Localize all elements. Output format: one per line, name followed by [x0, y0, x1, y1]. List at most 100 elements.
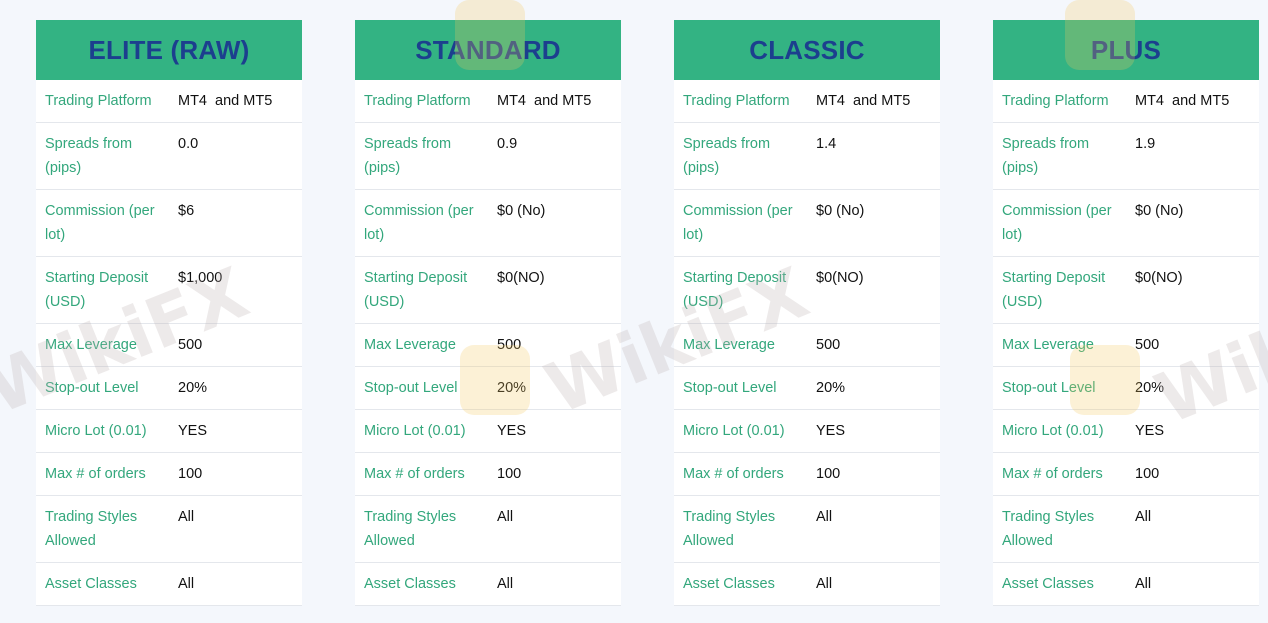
row-value: 20% — [497, 380, 527, 396]
row-label: Max # of orders — [364, 466, 465, 482]
row-label: Max Leverage — [1002, 337, 1094, 353]
row-asset-classes: Asset Classes All — [355, 563, 621, 606]
row-stop-out: Stop-out Level 20% — [355, 367, 621, 410]
row-value: YES — [816, 423, 846, 439]
row-value: All — [178, 509, 195, 525]
row-value: MT4 and MT5 — [178, 93, 273, 109]
row-value: $0 (No) — [816, 203, 865, 219]
row-micro-lot: Micro Lot (0.01) YES — [36, 410, 302, 453]
row-value: MT4 and MT5 — [497, 93, 592, 109]
row-label: Spreads from (pips) — [683, 136, 771, 176]
row-value: 500 — [178, 337, 203, 353]
row-value: 1.4 — [816, 136, 837, 152]
row-value: 0.9 — [497, 136, 518, 152]
row-label: Trading Platform — [45, 93, 152, 109]
row-label: Asset Classes — [45, 576, 137, 592]
row-value: YES — [178, 423, 208, 439]
row-asset-classes: Asset Classes All — [993, 563, 1259, 606]
row-stop-out: Stop-out Level 20% — [993, 367, 1259, 410]
row-spreads: Spreads from (pips) 0.9 — [355, 123, 621, 190]
row-max-orders: Max # of orders 100 — [674, 453, 940, 496]
row-label: Trading Styles Allowed — [45, 509, 138, 549]
row-label: Max Leverage — [45, 337, 137, 353]
row-label: Spreads from (pips) — [364, 136, 452, 176]
row-max-orders: Max # of orders 100 — [993, 453, 1259, 496]
row-label: Trading Platform — [364, 93, 471, 109]
row-label: Trading Styles Allowed — [1002, 509, 1095, 549]
row-value: $0 (No) — [1135, 203, 1184, 219]
row-value: 500 — [497, 337, 522, 353]
row-trading-platform: Trading Platform MT4 and MT5 — [355, 80, 621, 123]
row-value: 20% — [1135, 380, 1165, 396]
row-value: $0 (No) — [497, 203, 546, 219]
row-value: All — [816, 509, 833, 525]
card-title: ELITE (RAW) — [36, 20, 302, 80]
account-types-comparison: ELITE (RAW) Trading Platform MT4 and MT5 … — [0, 0, 1268, 623]
row-value: 0.0 — [178, 136, 199, 152]
row-commission: Commission (per lot) $0 (No) — [993, 190, 1259, 257]
row-trading-platform: Trading Platform MT4 and MT5 — [36, 80, 302, 123]
row-label: Stop-out Level — [1002, 380, 1096, 396]
row-max-leverage: Max Leverage 500 — [355, 324, 621, 367]
account-card-classic: CLASSIC Trading Platform MT4 and MT5 Spre… — [674, 20, 940, 606]
row-micro-lot: Micro Lot (0.01) YES — [993, 410, 1259, 453]
row-max-leverage: Max Leverage 500 — [993, 324, 1259, 367]
row-max-leverage: Max Leverage 500 — [36, 324, 302, 367]
row-value: 20% — [178, 380, 208, 396]
row-value: All — [816, 576, 833, 592]
row-micro-lot: Micro Lot (0.01) YES — [355, 410, 621, 453]
row-value: $0(NO) — [497, 270, 545, 286]
row-trading-platform: Trading Platform MT4 and MT5 — [674, 80, 940, 123]
account-card-plus: PLUS Trading Platform MT4 and MT5 Spreads… — [993, 20, 1259, 606]
row-value: 100 — [1135, 466, 1160, 482]
row-spreads: Spreads from (pips) 0.0 — [36, 123, 302, 190]
row-starting-deposit: Starting Deposit (USD) $0(NO) — [355, 257, 621, 324]
row-label: Trading Platform — [1002, 93, 1109, 109]
row-label: Stop-out Level — [364, 380, 458, 396]
row-label: Asset Classes — [1002, 576, 1094, 592]
row-value: 100 — [178, 466, 203, 482]
row-label: Starting Deposit (USD) — [683, 270, 787, 310]
card-title: STANDARD — [355, 20, 621, 80]
row-value: $0(NO) — [1135, 270, 1183, 286]
row-label: Max # of orders — [683, 466, 784, 482]
row-label: Asset Classes — [683, 576, 775, 592]
row-starting-deposit: Starting Deposit (USD) $0(NO) — [674, 257, 940, 324]
account-card-elite-raw: ELITE (RAW) Trading Platform MT4 and MT5 … — [36, 20, 302, 606]
row-label: Starting Deposit (USD) — [45, 270, 149, 310]
card-title: PLUS — [993, 20, 1259, 80]
row-trading-styles: Trading Styles Allowed All — [36, 496, 302, 563]
row-trading-styles: Trading Styles Allowed All — [993, 496, 1259, 563]
row-value: All — [1135, 509, 1152, 525]
row-label: Spreads from (pips) — [1002, 136, 1090, 176]
row-label: Max Leverage — [683, 337, 775, 353]
row-trading-styles: Trading Styles Allowed All — [355, 496, 621, 563]
row-starting-deposit: Starting Deposit (USD) $1,000 — [36, 257, 302, 324]
row-value: MT4 and MT5 — [816, 93, 911, 109]
row-label: Stop-out Level — [45, 380, 139, 396]
row-max-orders: Max # of orders 100 — [355, 453, 621, 496]
row-value: 1.9 — [1135, 136, 1156, 152]
row-value: All — [497, 576, 514, 592]
row-spreads: Spreads from (pips) 1.4 — [674, 123, 940, 190]
row-value: All — [1135, 576, 1152, 592]
row-label: Trading Styles Allowed — [683, 509, 776, 549]
row-value: YES — [1135, 423, 1165, 439]
row-label: Max # of orders — [1002, 466, 1103, 482]
row-commission: Commission (per lot) $0 (No) — [674, 190, 940, 257]
row-label: Max # of orders — [45, 466, 146, 482]
row-label: Starting Deposit (USD) — [1002, 270, 1106, 310]
row-value: All — [497, 509, 514, 525]
row-value: MT4 and MT5 — [1135, 93, 1230, 109]
row-micro-lot: Micro Lot (0.01) YES — [674, 410, 940, 453]
row-max-orders: Max # of orders 100 — [36, 453, 302, 496]
row-trading-styles: Trading Styles Allowed All — [674, 496, 940, 563]
row-label: Stop-out Level — [683, 380, 777, 396]
row-value: 500 — [816, 337, 841, 353]
row-value: $6 — [178, 203, 195, 219]
row-value: YES — [497, 423, 527, 439]
card-title: CLASSIC — [674, 20, 940, 80]
row-value: 100 — [497, 466, 522, 482]
row-starting-deposit: Starting Deposit (USD) $0(NO) — [993, 257, 1259, 324]
row-spreads: Spreads from (pips) 1.9 — [993, 123, 1259, 190]
